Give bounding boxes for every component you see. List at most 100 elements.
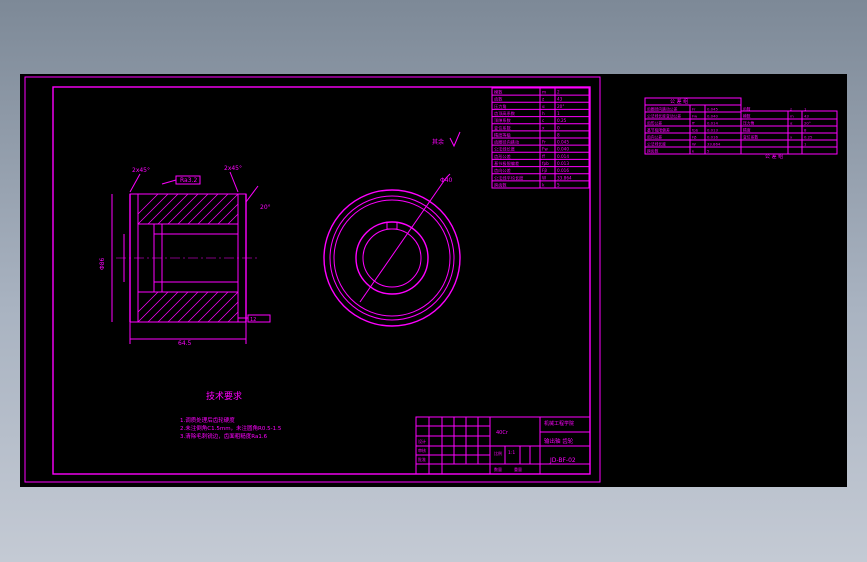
param-cell: 8 — [557, 132, 560, 137]
param-cell: Fβ — [542, 168, 547, 173]
tech-note-3: 3.清除毛刺锐边，齿面粗糙度Ra1.6 — [180, 432, 268, 440]
side-table-cell: 公法线长度变动公差 — [647, 114, 681, 119]
section-view — [111, 171, 271, 344]
param-cell: 变位系数 — [494, 124, 512, 131]
front-view — [323, 173, 461, 327]
param-cell: 齿数 — [494, 96, 503, 103]
dim-overall-width: 64.5 — [178, 340, 192, 347]
dim-keyway: 12 — [250, 317, 256, 323]
param-cell: 齿圈径向跳动 — [494, 139, 519, 146]
param-cell: x — [542, 125, 545, 130]
param-cell: α — [542, 104, 545, 109]
param-cell: 33.864 — [557, 175, 572, 180]
side-table-cell: 齿形公差 — [647, 121, 662, 126]
side-table-cell: Fw — [692, 114, 697, 119]
side-table-cell: 0.040 — [707, 114, 718, 119]
title-label-review: 审核 — [418, 447, 426, 453]
param-cell: 基节极限偏差 — [494, 160, 519, 167]
param-cell: 齿形公差 — [494, 153, 511, 160]
side-table-cell: 0.013 — [707, 128, 718, 133]
param-cell: 公法线平均长度 — [494, 174, 524, 181]
side-table-cell: m — [790, 114, 794, 119]
param-cell: 跨齿数 — [494, 181, 507, 188]
param-cell: 齿顶高系数 — [494, 110, 516, 117]
param-cell: 0.013 — [557, 161, 569, 166]
side-table-footer: 公 差 组 — [765, 153, 783, 160]
param-cell: 0.25 — [557, 118, 567, 123]
side-table-cell: 齿向公差 — [647, 135, 662, 140]
dim-chamfer-left: 2x45° — [132, 167, 150, 174]
side-table-cell: 20° — [804, 121, 811, 126]
param-cell: 顶隙系数 — [494, 117, 512, 124]
title-label-approve: 批准 — [418, 456, 426, 462]
param-cell: Fr — [542, 140, 546, 145]
param-cell: 43 — [557, 97, 563, 102]
cad-drawing: 64.5 Φ86 2x45° 2x45° 20° Ra3.2 12 Φ40 其余… — [24, 76, 838, 483]
param-cell: 1 — [557, 111, 560, 116]
title-material: 40Cr — [496, 430, 509, 436]
param-cell: c — [542, 118, 545, 123]
side-table-cell: 0.014 — [707, 121, 718, 126]
side-table-cell: Fr — [692, 107, 696, 112]
tech-note-1: 1.调质处理后齿轮硬度 — [180, 416, 235, 424]
title-label-quantity: 数量 — [494, 466, 502, 472]
param-cell: 模数 — [494, 89, 503, 96]
side-table-cell: 1 — [804, 142, 807, 147]
side-table-cell: 精度 — [743, 128, 751, 133]
param-cell: 0 — [557, 125, 560, 130]
side-table-cell: k — [692, 149, 695, 154]
side-table-cell: 跨齿数 — [647, 149, 659, 154]
param-cell: 齿向公差 — [494, 167, 511, 174]
side-table-header: 公 差 组 — [670, 98, 688, 105]
tech-note-2: 2.未注倒角C1.5mm，未注圆角R0.5-1.5 — [180, 424, 282, 432]
side-table-cell: 压力角 — [743, 121, 755, 126]
param-cell: 0.040 — [557, 147, 569, 152]
side-table-cell: 齿圈径向跳动公差 — [647, 107, 678, 112]
side-table-cell: 0.045 — [707, 107, 718, 112]
param-cell: 0.016 — [557, 168, 569, 173]
side-table-cell: Fβ — [692, 135, 697, 140]
param-cell: 精度等级 — [494, 131, 512, 138]
param-cell: 0.045 — [557, 140, 569, 145]
side-table-cell: z — [790, 107, 792, 112]
side-table-cell: 8 — [804, 128, 807, 133]
dim-chamfer-right: 2x45° — [224, 165, 242, 172]
param-cell: z — [542, 97, 545, 102]
tech-requirements-title: 技术要求 — [206, 390, 242, 402]
dim-angle: 20° — [260, 204, 271, 211]
title-school: 机械工程学院 — [544, 420, 574, 427]
side-table-cell: 公法线长度 — [647, 142, 666, 147]
dim-finish: Ra3.2 — [180, 177, 197, 184]
title-scale: 1:1 — [508, 450, 515, 456]
side-table-cell: ff — [692, 121, 695, 126]
dim-bore-dia: Φ40 — [440, 177, 453, 184]
side-table-cell: W — [692, 142, 696, 147]
side-table-cell: 齿数 — [743, 107, 751, 112]
drawing-canvas[interactable]: 64.5 Φ86 2x45° 2x45° 20° Ra3.2 12 Φ40 其余… — [20, 74, 847, 487]
title-drawing-number: JD-BF-02 — [549, 457, 576, 464]
title-label-scale: 比例 — [494, 450, 502, 456]
param-cell: h — [542, 111, 545, 116]
param-cell: k — [542, 182, 545, 187]
param-cell: ff — [542, 154, 545, 159]
param-cell: W — [542, 175, 546, 180]
side-table-cell: 5 — [707, 149, 710, 154]
param-cell: 公法线长度 — [494, 146, 516, 153]
side-table-cell: 模数 — [743, 114, 751, 119]
roughness-symbol-icon — [449, 131, 461, 148]
side-table-cell: fpb — [692, 128, 699, 133]
side-table-cell: 33.864 — [707, 142, 721, 147]
dim-outer-dia: Φ86 — [99, 257, 106, 270]
title-part-name: 输出轴 齿轮 — [544, 437, 574, 445]
side-table-cell: x — [790, 135, 793, 140]
param-cell: 0.014 — [557, 154, 569, 159]
param-cell: 5 — [557, 182, 560, 187]
side-table-cell: 43 — [804, 114, 809, 119]
param-cell: 2 — [557, 90, 560, 95]
param-cell: 压力角 — [494, 103, 507, 110]
side-table-cell: 变位系数 — [743, 135, 758, 140]
side-table-cell: α — [790, 121, 793, 126]
param-cell: fpb — [542, 161, 549, 166]
side-table-cell: 基节极限偏差 — [647, 128, 670, 133]
side-table-cell: 0.25 — [804, 135, 813, 140]
